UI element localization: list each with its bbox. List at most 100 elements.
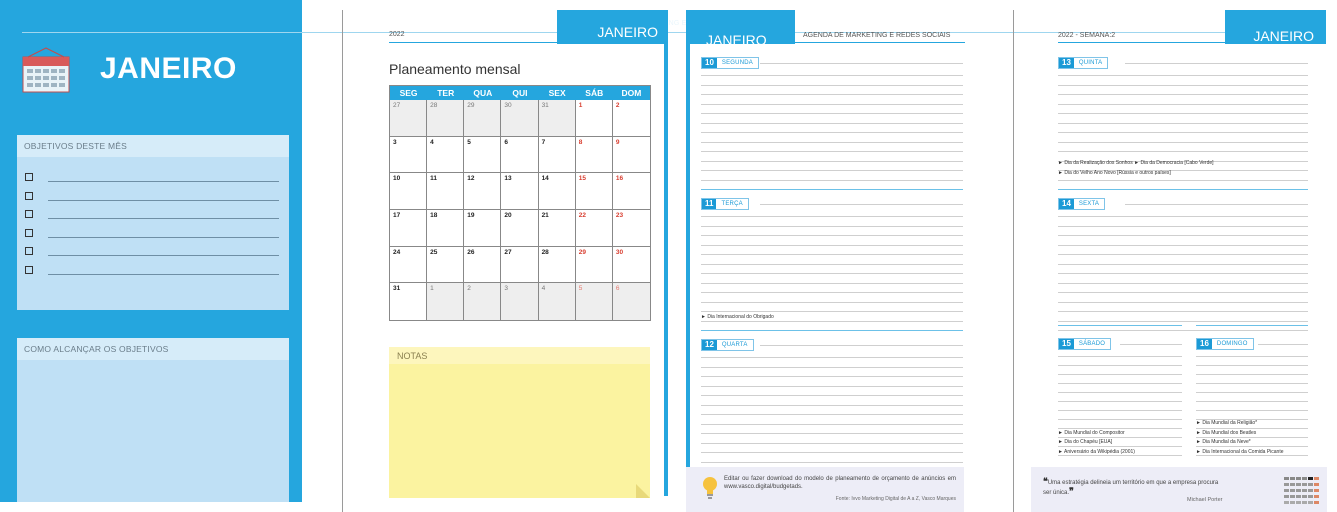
writing-line[interactable] — [1196, 455, 1308, 456]
calendar-day[interactable]: 10 — [390, 173, 428, 210]
writing-line[interactable] — [1058, 84, 1308, 86]
calendar-day[interactable]: 30 — [501, 100, 539, 137]
writing-line[interactable] — [1058, 383, 1182, 384]
writing-line[interactable] — [701, 151, 963, 152]
calendar-day[interactable]: 27 — [501, 246, 539, 284]
month-tab[interactable]: JANEIRO — [1225, 10, 1326, 44]
calendar-day[interactable]: 16 — [612, 173, 650, 210]
calendar-day[interactable]: 29 — [464, 100, 502, 137]
writing-line[interactable] — [701, 263, 963, 265]
month-tab[interactable]: JANEIRO — [686, 10, 795, 48]
writing-line[interactable] — [1196, 446, 1308, 447]
writing-line[interactable] — [701, 461, 963, 463]
calendar-day[interactable]: 17 — [390, 210, 428, 247]
objective-checkbox[interactable] — [25, 191, 33, 200]
writing-line[interactable] — [1058, 446, 1182, 447]
writing-line[interactable] — [701, 452, 963, 453]
writing-line[interactable] — [1058, 320, 1308, 322]
writing-line[interactable] — [1058, 455, 1182, 456]
writing-line[interactable] — [701, 433, 963, 434]
writing-line[interactable] — [1125, 204, 1308, 205]
writing-line[interactable] — [701, 84, 963, 86]
calendar-day[interactable]: 19 — [464, 210, 502, 247]
writing-line[interactable] — [701, 113, 963, 114]
month-tab[interactable]: JANEIRO — [557, 10, 668, 44]
objective-line[interactable] — [48, 181, 279, 182]
writing-line[interactable] — [1058, 235, 1308, 236]
writing-line[interactable] — [1058, 282, 1308, 284]
writing-line[interactable] — [760, 204, 963, 205]
writing-line[interactable] — [1058, 151, 1308, 152]
writing-line[interactable] — [701, 122, 963, 124]
writing-line[interactable] — [1058, 356, 1182, 357]
writing-line[interactable] — [1058, 365, 1182, 366]
calendar-day[interactable]: 14 — [538, 173, 576, 210]
writing-line[interactable] — [1058, 437, 1182, 438]
writing-line[interactable] — [701, 179, 963, 181]
calendar-day[interactable]: 3 — [390, 136, 428, 174]
calendar-day[interactable]: 28 — [538, 246, 576, 284]
calendar-day[interactable]: 27 — [390, 100, 428, 137]
writing-line[interactable] — [701, 320, 963, 322]
calendar-day[interactable]: 5 — [575, 283, 613, 320]
calendar-day[interactable]: 6 — [501, 136, 539, 174]
writing-line[interactable] — [1058, 75, 1308, 76]
calendar-day[interactable]: 3 — [501, 283, 539, 320]
calendar-day[interactable]: 25 — [427, 246, 465, 284]
writing-line[interactable] — [1058, 179, 1308, 181]
writing-line[interactable] — [1196, 383, 1308, 384]
writing-line[interactable] — [1058, 419, 1182, 420]
writing-line[interactable] — [1058, 263, 1308, 265]
writing-line[interactable] — [1058, 410, 1182, 411]
writing-line[interactable] — [701, 170, 963, 171]
objective-checkbox[interactable] — [25, 265, 33, 274]
writing-line[interactable] — [701, 301, 963, 303]
writing-line[interactable] — [701, 330, 963, 331]
writing-line[interactable] — [1058, 141, 1308, 143]
writing-line[interactable] — [701, 160, 963, 162]
writing-line[interactable] — [701, 254, 963, 255]
writing-line[interactable] — [701, 225, 963, 227]
writing-line[interactable] — [1058, 374, 1182, 375]
writing-line[interactable] — [1058, 189, 1308, 190]
writing-line[interactable] — [701, 94, 963, 95]
calendar-day[interactable]: 6 — [612, 283, 650, 320]
calendar-day[interactable]: 2 — [612, 100, 650, 137]
calendar-day[interactable]: 2 — [464, 283, 502, 320]
objective-checkbox[interactable] — [25, 210, 33, 218]
writing-line[interactable] — [1125, 63, 1308, 64]
calendar-day[interactable]: 29 — [575, 246, 613, 284]
writing-line[interactable] — [701, 141, 963, 143]
calendar-day[interactable]: 31 — [538, 100, 576, 137]
writing-line[interactable] — [1058, 132, 1308, 133]
calendar-day[interactable]: 1 — [427, 283, 465, 320]
writing-line[interactable] — [701, 244, 963, 246]
writing-line[interactable] — [1058, 301, 1308, 303]
objective-line[interactable] — [48, 273, 279, 275]
calendar-day[interactable]: 13 — [501, 173, 539, 210]
writing-line[interactable] — [1058, 292, 1308, 293]
writing-line[interactable] — [701, 235, 963, 236]
writing-line[interactable] — [701, 282, 963, 284]
calendar-day[interactable]: 22 — [575, 210, 613, 247]
writing-line[interactable] — [701, 292, 963, 293]
objective-line[interactable] — [48, 236, 279, 238]
writing-line[interactable] — [701, 273, 963, 274]
writing-line[interactable] — [1058, 254, 1308, 255]
calendar-day[interactable]: 12 — [464, 173, 502, 210]
calendar-day[interactable]: 18 — [427, 210, 465, 247]
writing-line[interactable] — [1058, 244, 1308, 246]
writing-line[interactable] — [1058, 94, 1308, 95]
writing-line[interactable] — [701, 189, 963, 190]
calendar-day[interactable]: 31 — [390, 283, 428, 320]
calendar-day[interactable]: 15 — [575, 173, 613, 210]
writing-line[interactable] — [1196, 365, 1308, 366]
writing-line[interactable] — [760, 345, 963, 346]
objective-line[interactable] — [48, 199, 279, 201]
writing-line[interactable] — [701, 366, 963, 368]
calendar-day[interactable]: 11 — [427, 173, 465, 210]
calendar-day[interactable]: 24 — [390, 246, 428, 284]
writing-line[interactable] — [701, 414, 963, 415]
writing-line[interactable] — [701, 357, 963, 358]
objective-checkbox[interactable] — [25, 173, 33, 181]
